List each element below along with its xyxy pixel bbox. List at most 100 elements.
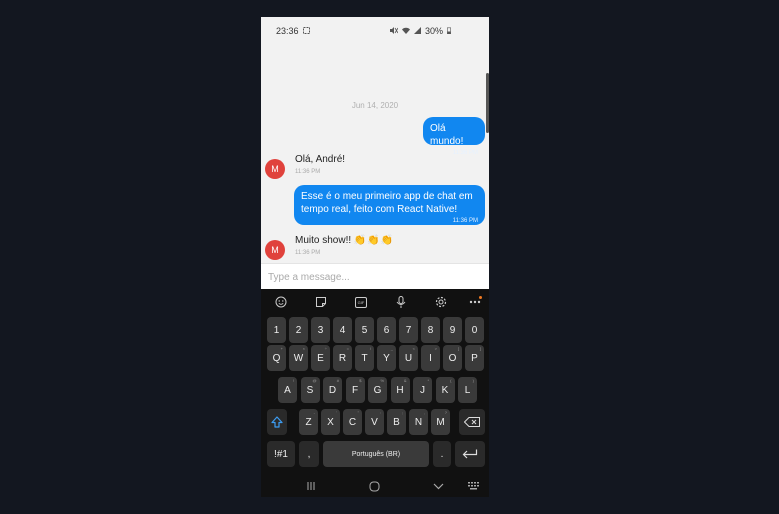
keyboard-toolbar: GIF bbox=[261, 291, 489, 313]
key-label: 3 bbox=[317, 324, 324, 336]
period-key[interactable]: . bbox=[433, 441, 451, 467]
mic-icon[interactable] bbox=[394, 295, 408, 309]
letter-key-m[interactable]: M? bbox=[431, 409, 450, 435]
message-bubble-outgoing[interactable]: Esse é o meu primeiro app de chat em tem… bbox=[294, 185, 485, 225]
letter-key-f[interactable]: F $ bbox=[345, 377, 365, 403]
backspace-key[interactable] bbox=[459, 409, 485, 435]
key-hint: ÷ bbox=[324, 346, 327, 351]
letter-key-u[interactable]: U < bbox=[399, 345, 418, 371]
space-key[interactable]: Português (BR) bbox=[323, 441, 429, 467]
message-text: Muito show!! bbox=[295, 235, 352, 246]
letter-key-q[interactable]: Q + bbox=[267, 345, 286, 371]
message-incoming[interactable]: M Olá, André! 11:36 PM bbox=[265, 151, 345, 179]
number-key-5[interactable]: 5 bbox=[355, 317, 374, 343]
backspace-icon bbox=[464, 417, 480, 427]
key-hint: = bbox=[346, 346, 349, 351]
number-key-2[interactable]: 2 bbox=[289, 317, 308, 343]
message-incoming[interactable]: M Muito show!! 👏👏👏 11:36 PM bbox=[265, 232, 394, 260]
letter-key-t[interactable]: T / bbox=[355, 345, 374, 371]
letter-key-y[interactable]: Y _ bbox=[377, 345, 396, 371]
back-icon[interactable] bbox=[430, 479, 446, 493]
key-label: E bbox=[317, 352, 324, 364]
comma-key[interactable]: , bbox=[299, 441, 319, 467]
letter-key-h[interactable]: H & bbox=[390, 377, 410, 403]
letter-key-p[interactable]: P] bbox=[465, 345, 484, 371]
avatar[interactable]: M bbox=[265, 159, 285, 179]
letter-key-s[interactable]: S @ bbox=[300, 377, 320, 403]
key-hint: " bbox=[357, 410, 359, 415]
key-label: R bbox=[338, 352, 347, 364]
emoji-icon[interactable] bbox=[274, 295, 288, 309]
number-key-4[interactable]: 4 bbox=[333, 317, 352, 343]
chat-area[interactable]: Jun 14, 2020 Olá mundo! 11:36 PM M Olá, … bbox=[261, 45, 489, 263]
number-key-3[interactable]: 3 bbox=[311, 317, 330, 343]
letter-key-k[interactable]: K( bbox=[435, 377, 455, 403]
battery-icon bbox=[447, 27, 452, 36]
avatar[interactable]: M bbox=[265, 240, 285, 260]
number-key-9[interactable]: 9 bbox=[443, 317, 462, 343]
notification-dot bbox=[479, 296, 482, 299]
number-key-7[interactable]: 7 bbox=[399, 317, 418, 343]
number-key-0[interactable]: 0 bbox=[465, 317, 484, 343]
message-time: 11:36 PM bbox=[452, 150, 478, 156]
home-icon[interactable] bbox=[366, 479, 382, 493]
letter-key-x[interactable]: X ' bbox=[321, 409, 340, 435]
letter-key-a[interactable]: A! bbox=[278, 377, 297, 403]
letter-key-c[interactable]: C " bbox=[343, 409, 362, 435]
symbols-key[interactable]: !#1 bbox=[267, 441, 295, 467]
number-key-1[interactable]: 1 bbox=[267, 317, 286, 343]
settings-icon[interactable] bbox=[434, 295, 448, 309]
shift-icon bbox=[271, 416, 283, 428]
key-hint: * bbox=[427, 378, 429, 383]
keyboard-switch-icon[interactable] bbox=[466, 479, 482, 493]
navigation-bar bbox=[261, 475, 489, 497]
key-hint: $ bbox=[359, 378, 362, 383]
key-hint: & bbox=[403, 378, 407, 383]
letter-key-r[interactable]: R = bbox=[333, 345, 352, 371]
shift-key[interactable] bbox=[267, 409, 287, 435]
letter-key-z[interactable]: Z- bbox=[299, 409, 318, 435]
key-label: H bbox=[396, 384, 404, 396]
signal-icon bbox=[413, 26, 421, 36]
letter-key-b[interactable]: B; bbox=[387, 409, 406, 435]
key-label: G bbox=[373, 384, 382, 396]
message-time: 11:36 PM bbox=[452, 218, 478, 224]
key-hint: ; bbox=[401, 410, 403, 415]
recents-icon[interactable] bbox=[303, 479, 319, 493]
letter-key-l[interactable]: L) bbox=[458, 377, 477, 403]
more-icon[interactable] bbox=[468, 295, 482, 309]
key-label: A bbox=[284, 384, 291, 396]
key-label: 1 bbox=[273, 324, 280, 336]
number-key-8[interactable]: 8 bbox=[421, 317, 440, 343]
letter-key-d[interactable]: D # bbox=[323, 377, 342, 403]
key-hint: × bbox=[302, 346, 305, 351]
letter-key-w[interactable]: W × bbox=[289, 345, 308, 371]
letter-key-e[interactable]: E ÷ bbox=[311, 345, 330, 371]
key-hint: ( bbox=[450, 378, 452, 383]
letter-key-o[interactable]: O[ bbox=[443, 345, 462, 371]
key-hint: ' bbox=[336, 410, 337, 415]
sticker-icon[interactable] bbox=[314, 295, 328, 309]
key-hint: ? bbox=[444, 410, 447, 415]
key-hint: @ bbox=[312, 378, 317, 383]
letter-key-n[interactable]: N, bbox=[409, 409, 428, 435]
message-time: 11:36 PM bbox=[295, 250, 321, 256]
key-label: Z bbox=[305, 416, 312, 428]
message-time: 11:36 PM bbox=[295, 169, 321, 175]
key-label: D bbox=[328, 384, 337, 396]
letter-key-i[interactable]: I > bbox=[421, 345, 440, 371]
key-hint: ] bbox=[479, 346, 481, 351]
status-time: 23:36 bbox=[276, 26, 299, 36]
key-label: J bbox=[420, 384, 425, 396]
gif-icon[interactable]: GIF bbox=[354, 295, 368, 309]
letter-key-v[interactable]: V: bbox=[365, 409, 384, 435]
letter-key-j[interactable]: J * bbox=[413, 377, 432, 403]
number-key-6[interactable]: 6 bbox=[377, 317, 396, 343]
message-bubble-outgoing[interactable]: Olá mundo! 11:36 PM bbox=[423, 117, 485, 156]
letter-key-g[interactable]: G% bbox=[368, 377, 387, 403]
enter-key[interactable] bbox=[455, 441, 485, 467]
key-hint: : bbox=[379, 410, 381, 415]
key-label: X bbox=[327, 416, 334, 428]
message-input[interactable] bbox=[266, 265, 480, 289]
message-text: Olá mundo! bbox=[430, 123, 464, 147]
